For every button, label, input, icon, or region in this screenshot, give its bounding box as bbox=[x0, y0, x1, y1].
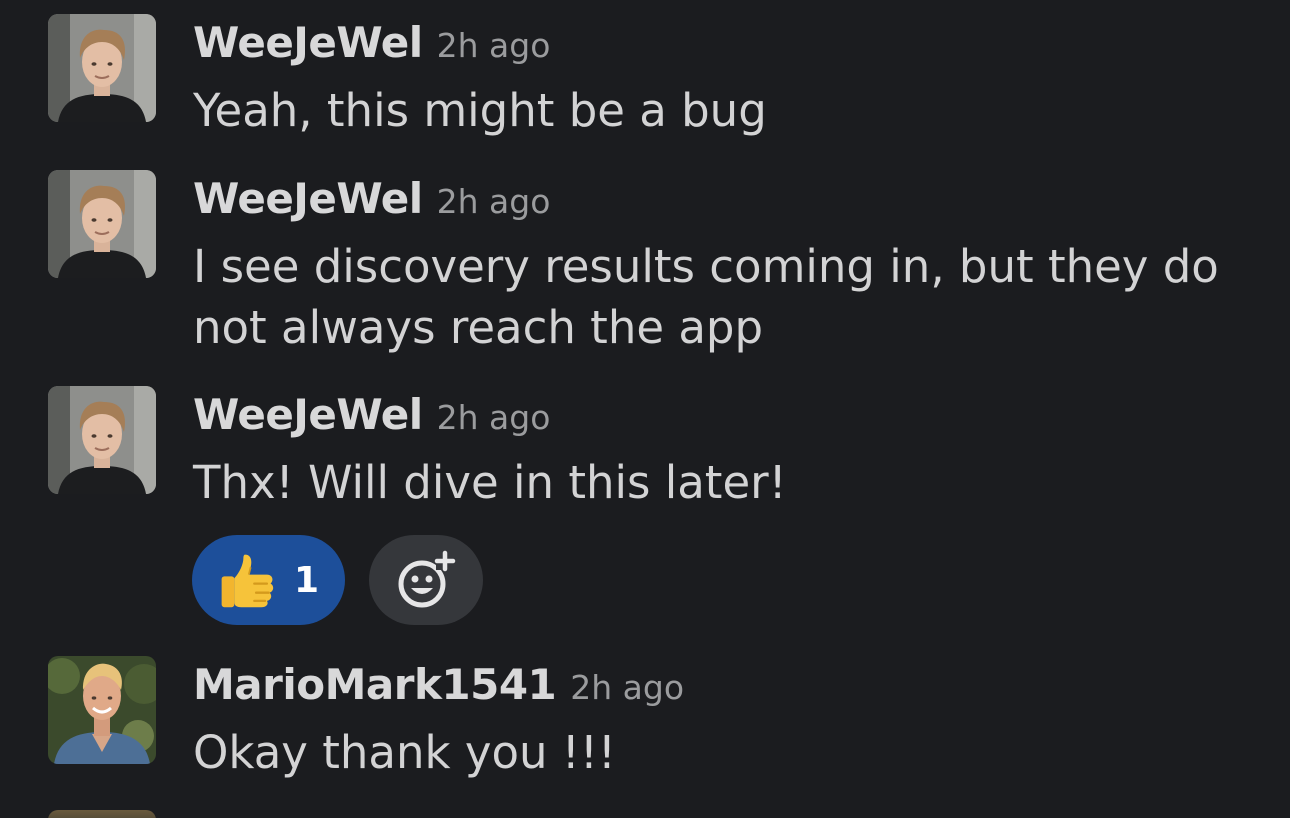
reaction-count: 1 bbox=[293, 559, 320, 601]
user-avatar[interactable] bbox=[48, 656, 156, 764]
message-text: Okay thank you !!! bbox=[193, 726, 616, 779]
user-avatar[interactable] bbox=[48, 14, 156, 122]
user-avatar[interactable] bbox=[48, 386, 156, 494]
timestamp[interactable]: 2h ago bbox=[437, 398, 551, 437]
message-feed: WeeJeWel 2h ago Yeah, this might be a bug… bbox=[0, 0, 1290, 818]
user-avatar-photo-icon bbox=[48, 170, 156, 278]
message-header: WeeJeWel 2h ago bbox=[193, 18, 550, 67]
thumbs-up-emoji-icon bbox=[221, 554, 274, 608]
add-reaction-icon bbox=[398, 550, 456, 608]
author-name[interactable]: WeeJeWel bbox=[193, 174, 423, 223]
message-text: Yeah, this might be a bug bbox=[193, 84, 767, 137]
timestamp[interactable]: 2h ago bbox=[570, 668, 684, 707]
author-name[interactable]: WeeJeWel bbox=[193, 390, 423, 439]
message-text: Thx! Will dive in this later! bbox=[193, 456, 787, 509]
message-header: MarioMark1541 2h ago bbox=[193, 660, 684, 709]
author-name[interactable]: WeeJeWel bbox=[193, 18, 423, 67]
thumbs-up-reaction-button[interactable]: 1 bbox=[192, 535, 345, 625]
timestamp[interactable]: 2h ago bbox=[437, 26, 551, 65]
user-avatar-photo-icon bbox=[48, 656, 156, 764]
add-reaction-button[interactable] bbox=[369, 535, 483, 625]
user-avatar[interactable] bbox=[48, 810, 156, 818]
user-avatar-photo-icon bbox=[48, 14, 156, 122]
author-name[interactable]: MarioMark1541 bbox=[193, 660, 557, 709]
message-text: I see discovery results coming in, but t… bbox=[193, 240, 1219, 354]
message-header: WeeJeWel 2h ago bbox=[193, 390, 550, 439]
message-header: WeeJeWel 2h ago bbox=[193, 174, 550, 223]
user-avatar-photo-icon bbox=[48, 386, 156, 494]
user-avatar[interactable] bbox=[48, 170, 156, 278]
timestamp[interactable]: 2h ago bbox=[437, 182, 551, 221]
